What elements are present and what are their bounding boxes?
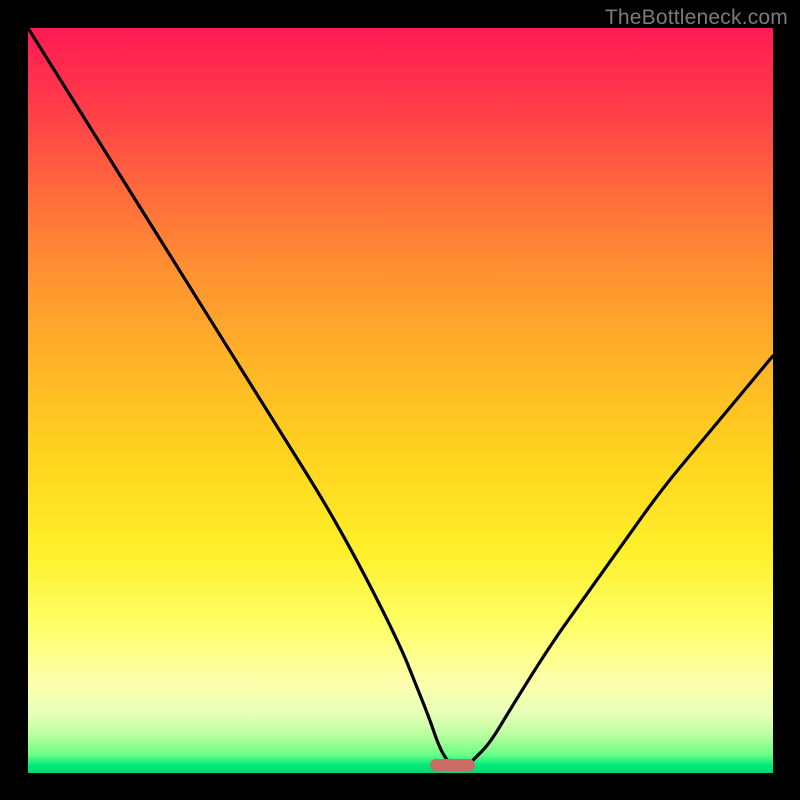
optimal-marker	[430, 759, 475, 771]
watermark-text: TheBottleneck.com	[605, 6, 788, 30]
bottleneck-curve	[28, 28, 773, 773]
curve-path	[28, 28, 773, 766]
chart-frame: TheBottleneck.com	[0, 0, 800, 800]
plot-area	[28, 28, 773, 773]
